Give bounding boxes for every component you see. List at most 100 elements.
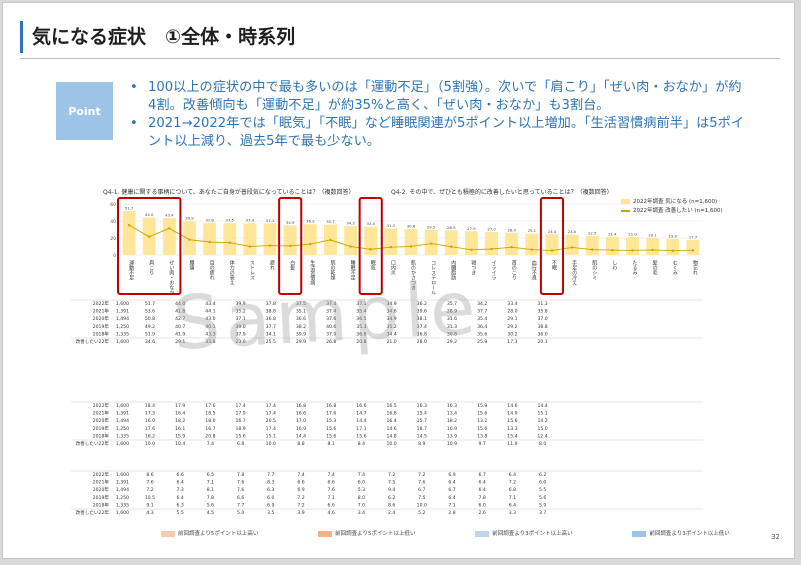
line-point bbox=[510, 245, 513, 249]
line-point bbox=[389, 245, 393, 249]
table-n-label: 1,250 bbox=[116, 495, 129, 501]
line-point bbox=[188, 238, 191, 241]
bar-value-label: 34.2 bbox=[346, 220, 355, 225]
line-point bbox=[148, 235, 151, 238]
table-cell: 8.3 bbox=[267, 480, 274, 486]
page-number: 32 bbox=[771, 533, 780, 541]
table-cell: 6.9 bbox=[448, 472, 455, 478]
table-cell: 7.2 bbox=[146, 487, 153, 493]
table-year-label: 2020年 bbox=[93, 315, 110, 322]
line-point bbox=[450, 245, 453, 248]
table-cell: 17.3 bbox=[507, 339, 517, 345]
bar-value-label: 28.9 bbox=[447, 225, 456, 230]
category-label: 腰痛 bbox=[188, 260, 194, 271]
table-cell: 16.7 bbox=[205, 426, 215, 432]
table-cell: 6.2 bbox=[388, 495, 395, 501]
bar-value-label: 31.3 bbox=[387, 223, 396, 228]
table-n-label: 1,335 bbox=[116, 433, 129, 439]
table-n-label: 1,250 bbox=[116, 324, 129, 330]
bar bbox=[485, 232, 498, 255]
table-cell: 15.1 bbox=[537, 411, 547, 417]
table-cell: 16.8 bbox=[386, 411, 396, 417]
table-cell: 6.6 bbox=[237, 495, 244, 501]
table-cell: 8.4 bbox=[358, 441, 365, 447]
table-cell: 14.6 bbox=[386, 426, 396, 432]
table-cell: 15.6 bbox=[326, 426, 336, 432]
table-cell: 35.8 bbox=[537, 309, 547, 315]
table-cell: 18.7 bbox=[417, 426, 427, 432]
table-cell: 18.4 bbox=[145, 403, 155, 409]
bar-value-label: 17.7 bbox=[689, 234, 698, 239]
table-cell: 16.7 bbox=[235, 418, 245, 424]
bar bbox=[666, 238, 680, 255]
table-cell: 17.4 bbox=[266, 403, 276, 409]
table-cell: 8.0 bbox=[539, 441, 546, 447]
table-n-label: 1,600 bbox=[116, 441, 129, 447]
bar bbox=[384, 228, 398, 255]
table-cell: 13.2 bbox=[477, 418, 487, 424]
table-n-label: 1,600 bbox=[116, 472, 129, 478]
line-point bbox=[228, 241, 231, 244]
table-cell: 6.4 bbox=[479, 480, 486, 486]
bar bbox=[585, 235, 599, 255]
line-point bbox=[208, 240, 211, 244]
bar-value-label: 26.0 bbox=[507, 227, 516, 232]
table-cell: 18.2 bbox=[447, 418, 457, 424]
table-year-label: 2018年 bbox=[93, 501, 110, 508]
table-cell: 8.0 bbox=[358, 495, 365, 501]
table-cell: 14.6 bbox=[507, 403, 517, 409]
table-cell: 14.4 bbox=[296, 433, 306, 439]
line-point bbox=[349, 245, 352, 248]
table-cell: 7.1 bbox=[448, 502, 455, 508]
table-n-label: 1,391 bbox=[116, 309, 129, 315]
table-cell: 7.6 bbox=[237, 480, 244, 486]
table-cell: 8.6 bbox=[388, 502, 395, 508]
table-cell: 6.8 bbox=[509, 487, 516, 493]
table-cell: 7.4 bbox=[328, 472, 335, 478]
table-cell: 6.0 bbox=[358, 480, 365, 486]
table-cell: 2.4 bbox=[388, 510, 395, 516]
bar bbox=[203, 222, 217, 255]
line-point bbox=[288, 244, 292, 248]
category-label: 不眠 bbox=[551, 260, 557, 271]
table-cell: 7.0 bbox=[358, 502, 365, 508]
bar-value-label: 25.1 bbox=[528, 228, 537, 233]
bar bbox=[122, 211, 136, 255]
table-cell: 10.0 bbox=[386, 441, 396, 447]
table-cell: 17.9 bbox=[175, 403, 185, 409]
table-cell: 15.4 bbox=[507, 433, 517, 439]
table-cell: 14.4 bbox=[356, 418, 366, 424]
table-cell: 3.7 bbox=[539, 510, 546, 516]
table-cell: 7.8 bbox=[207, 495, 214, 501]
table-year-label: 2022年 bbox=[93, 300, 110, 307]
bar bbox=[303, 224, 317, 255]
line-point bbox=[470, 248, 473, 252]
category-label: 物忘れ bbox=[692, 259, 698, 276]
bar-value-label: 21.4 bbox=[608, 231, 617, 236]
table-cell: 16.6 bbox=[296, 411, 306, 417]
table-year-label: 2018年 bbox=[93, 432, 110, 439]
table-cell: 30.2 bbox=[507, 331, 517, 337]
table-cell: 17.3 bbox=[145, 411, 155, 417]
table-cell: 16.0 bbox=[145, 418, 155, 424]
table-cell: 28.0 bbox=[507, 309, 517, 315]
table-cell: 18.9 bbox=[235, 426, 245, 432]
table-cell: 15.3 bbox=[326, 418, 336, 424]
bar bbox=[565, 234, 579, 255]
table-cell: 6.2 bbox=[539, 472, 546, 478]
bar bbox=[364, 226, 378, 255]
line-point bbox=[651, 248, 654, 252]
category-label: 疲れ bbox=[269, 259, 275, 271]
table-cell: 3.5 bbox=[267, 510, 274, 516]
table-cell: 29.1 bbox=[507, 316, 517, 322]
table-year-label: 2020年 bbox=[93, 417, 110, 424]
table-cell: 6.9 bbox=[297, 487, 304, 493]
table-cell: 16.1 bbox=[175, 426, 185, 432]
line-point bbox=[550, 249, 554, 252]
table-cell: 16.4 bbox=[386, 418, 396, 424]
table-cell: 2.8 bbox=[448, 510, 455, 516]
table-cell: 6.8 bbox=[237, 441, 244, 447]
table-n-label: 1,391 bbox=[116, 411, 129, 417]
bar bbox=[223, 223, 237, 255]
table-cell: 10.5 bbox=[145, 495, 155, 501]
